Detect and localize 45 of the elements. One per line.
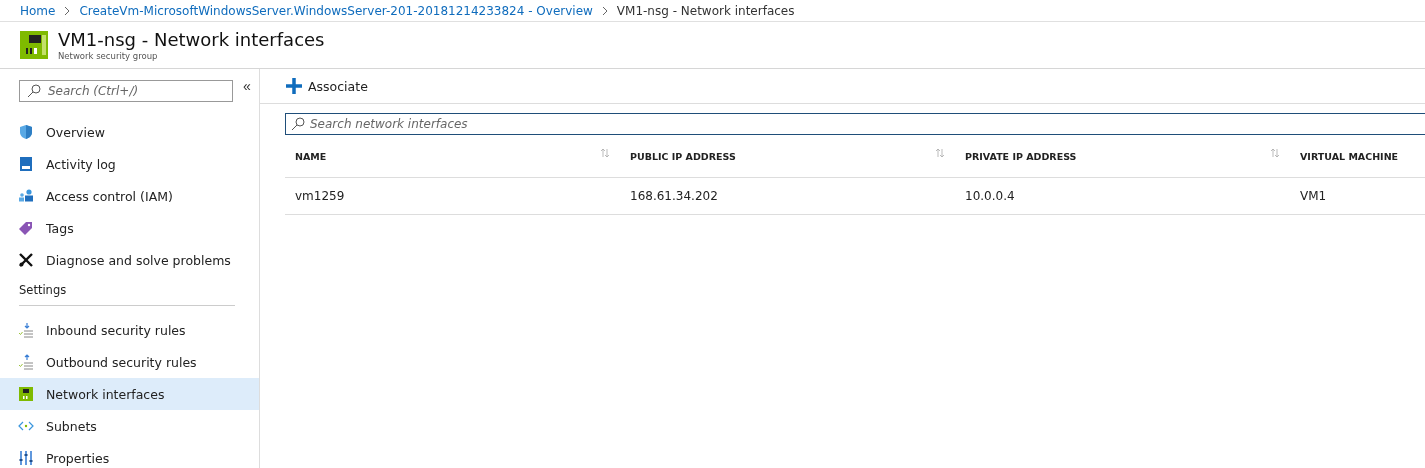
list-down-arrow-icon xyxy=(18,322,34,338)
table-cell-text: 10.0.0.4 xyxy=(964,189,1016,203)
search-icon xyxy=(291,117,305,131)
breadcrumb-link[interactable]: VM1-nsg - Network interfaces xyxy=(616,3,795,18)
collapse-button[interactable]: « xyxy=(239,80,255,92)
breadcrumb-link[interactable]: Home xyxy=(20,3,56,18)
search-icon xyxy=(27,84,41,98)
sort-icon xyxy=(935,148,945,158)
network-card-icon xyxy=(20,31,48,59)
sidebar-item[interactable]: Access control (IAM) xyxy=(0,180,259,212)
sidebar-item[interactable]: Overview xyxy=(0,116,259,148)
sidebar-item[interactable]: Outbound security rules xyxy=(0,346,259,378)
shield-icon xyxy=(18,124,34,140)
sort-icon xyxy=(600,148,610,158)
associate-button[interactable]: Associate xyxy=(286,78,368,94)
page-title: VM1-nsg - Network interfaces xyxy=(58,29,325,51)
section-heading: Settings xyxy=(19,283,235,306)
network-card-icon xyxy=(18,386,34,402)
tag-icon xyxy=(18,220,34,236)
column-header[interactable]: NAME xyxy=(285,150,620,162)
people-icon xyxy=(18,188,34,204)
table-cell-text: VM1 xyxy=(1299,189,1328,203)
page-subtitle: Network security group xyxy=(58,51,159,61)
sidebar-item[interactable]: Activity log xyxy=(0,148,259,180)
sidebar-item[interactable]: Network interfaces xyxy=(0,378,259,410)
sidebar-item[interactable]: Inbound security rules xyxy=(0,314,259,346)
sidebar-item[interactable]: Diagnose and solve problems xyxy=(0,244,259,276)
sort-icon xyxy=(1270,148,1280,158)
chevron-right-icon xyxy=(600,5,609,16)
column-header[interactable]: PUBLIC IP ADDRESS xyxy=(620,150,955,162)
search-field[interactable]: Search (Ctrl+/) xyxy=(19,80,233,102)
search-field[interactable]: Search network interfaces xyxy=(285,113,1425,135)
sidebar-item[interactable]: Tags xyxy=(0,212,259,244)
sliders-icon xyxy=(18,450,34,466)
sidebar-item[interactable]: Properties xyxy=(0,442,259,468)
table-cell-text: 168.61.34.202 xyxy=(629,189,719,203)
column-header[interactable]: VIRTUAL MACHINE xyxy=(1290,150,1425,162)
chevron-right-icon xyxy=(63,5,72,16)
list-up-arrow-icon xyxy=(18,354,34,370)
column-header[interactable]: PRIVATE IP ADDRESS xyxy=(955,150,1290,162)
breadcrumb-link[interactable]: CreateVm-MicrosoftWindowsServer.WindowsServer-201-20181214233824 - Overview xyxy=(79,3,593,18)
plus-icon xyxy=(286,78,302,94)
table-cell-text: vm1259 xyxy=(294,189,346,203)
log-icon xyxy=(18,156,34,172)
sidebar-item[interactable]: Subnets xyxy=(0,410,259,442)
